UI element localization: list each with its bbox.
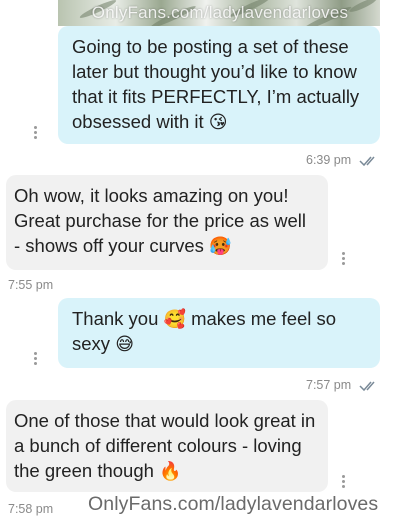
incoming-message-bubble[interactable]: Oh wow, it looks amazing on you! Great p… [6, 175, 328, 270]
message-text: Thank you [72, 308, 159, 329]
outgoing-message-bubble[interactable]: Thank you 🥰 makes me feel so sexy 😅 [58, 298, 380, 368]
hot-face-emoji: 🥵 [209, 236, 232, 256]
message-options-icon[interactable] [34, 126, 38, 140]
double-check-icon [359, 156, 375, 166]
smiling-face-with-hearts-emoji: 🥰 [163, 309, 186, 329]
message-options-icon[interactable] [342, 252, 346, 266]
message-meta: 7:57 pm [306, 378, 379, 392]
message-meta: 6:39 pm [306, 153, 379, 167]
incoming-message-bubble[interactable]: One of those that would look great in a … [6, 400, 328, 492]
footer-watermark: OnlyFans.com/ladylavendarloves [88, 493, 379, 515]
message-options-icon[interactable] [342, 475, 346, 489]
message-time: 7:58 pm [8, 502, 54, 516]
double-check-icon [359, 381, 375, 391]
image-watermark: OnlyFans.com/ladylavendarloves [91, 3, 349, 22]
outgoing-message-bubble[interactable]: Going to be posting a set of these later… [58, 26, 380, 144]
grinning-sweat-emoji: 😅 [115, 334, 134, 354]
fire-emoji: 🔥 [159, 461, 182, 481]
message-text: Oh wow, it looks amazing on you! Great p… [14, 185, 307, 256]
message-options-icon[interactable] [34, 352, 38, 366]
kissing-face-emoji: 😘 [208, 112, 228, 132]
message-time: 6:39 pm [306, 153, 352, 167]
message-time: 7:57 pm [306, 378, 352, 392]
message-time: 7:55 pm [8, 278, 54, 292]
